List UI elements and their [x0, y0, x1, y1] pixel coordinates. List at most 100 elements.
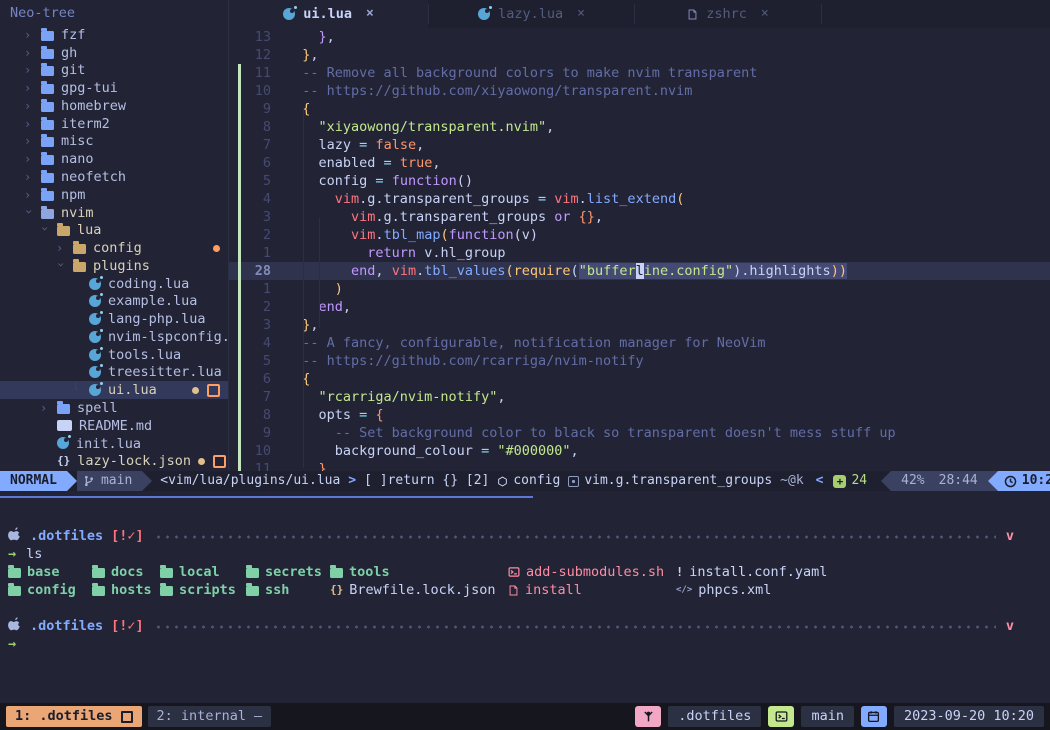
code-line[interactable]: 10 background_colour = "#000000",	[229, 442, 1050, 460]
unstaged-square-icon	[207, 384, 220, 397]
prompt-right-symbol: v	[1006, 617, 1014, 635]
code-line[interactable]: 11 -- Remove all background colors to ma…	[229, 64, 1050, 82]
code-line[interactable]: 3 vim.g.transparent_groups or {},	[229, 208, 1050, 226]
code-line-current[interactable]: 28 end, vim.tbl_values(require("bufferli…	[229, 262, 1050, 280]
editor-pane[interactable]: 13 },12 },11 -- Remove all background co…	[229, 28, 1050, 471]
tree-item-example-lua[interactable]: example.lua	[0, 292, 228, 310]
tree-item-npm[interactable]: ›npm	[0, 186, 228, 204]
tree-item-nvim[interactable]: ›nvim	[0, 204, 228, 222]
chevron-right-icon[interactable]: ›	[24, 26, 34, 44]
code-line[interactable]: 9 {	[229, 100, 1050, 118]
gitsigns-change-bar	[229, 208, 243, 226]
chevron-right-icon[interactable]: ›	[24, 133, 34, 151]
code-line[interactable]: 1 return v.hl_group	[229, 244, 1050, 262]
tree-item-plugins[interactable]: ›plugins	[0, 257, 228, 275]
tab-zshrc[interactable]: zshrc×	[635, 0, 821, 28]
tree-item-gh[interactable]: ›gh	[0, 44, 228, 62]
code-line[interactable]: 3 },	[229, 316, 1050, 334]
chevron-right-icon[interactable]: ›	[40, 399, 50, 417]
powerline-separator	[142, 471, 152, 491]
symbol-icon	[568, 476, 579, 487]
chevron-down-icon[interactable]: ›	[20, 208, 38, 218]
clock-segment: 10:20	[998, 471, 1050, 491]
code-line[interactable]: 7 lazy = false,	[229, 136, 1050, 154]
ls-entry-config: config	[8, 581, 92, 599]
code-line[interactable]: 13 },	[229, 28, 1050, 46]
chevron-down-icon[interactable]: ›	[52, 261, 70, 271]
gitsigns-change-bar	[229, 352, 243, 370]
tab-lazy-lua[interactable]: lazy.lua ×	[429, 0, 634, 28]
code-line[interactable]: 12 },	[229, 46, 1050, 64]
code-line[interactable]: 1 )	[229, 280, 1050, 298]
tree-item-iterm2[interactable]: ›iterm2	[0, 115, 228, 133]
close-icon[interactable]: ×	[577, 5, 585, 23]
code-line[interactable]: 6 enabled = true,	[229, 154, 1050, 172]
tmux-window-2-internal[interactable]: 2: internal—	[148, 706, 272, 727]
tree-item-ui-lua[interactable]: └ui.lua	[0, 381, 228, 399]
chevron-right-icon[interactable]: ›	[24, 79, 34, 97]
code-line[interactable]: 4 vim.g.transparent_groups = vim.list_ex…	[229, 190, 1050, 208]
powerline-separator	[881, 471, 891, 491]
code-line[interactable]: 2 vim.tbl_map(function(v)	[229, 226, 1050, 244]
tmux-pane-border[interactable]	[0, 496, 533, 498]
tree-item-gpg-tui[interactable]: ›gpg-tui	[0, 79, 228, 97]
code-line[interactable]: 2 end,	[229, 298, 1050, 316]
line-number: 12	[243, 46, 271, 64]
tree-item-neofetch[interactable]: ›neofetch	[0, 168, 228, 186]
folder-icon	[8, 586, 21, 596]
tree-item-lang-php-lua[interactable]: lang-php.lua	[0, 310, 228, 328]
tree-item-nano[interactable]: ›nano	[0, 150, 228, 168]
code-line[interactable]: 4 -- A fancy, configurable, notification…	[229, 334, 1050, 352]
tree-item-fzf[interactable]: ›fzf	[0, 26, 228, 44]
tree-item-lua[interactable]: ›lua	[0, 221, 228, 239]
chevron-down-icon[interactable]: ›	[36, 225, 54, 235]
chevron-right-icon[interactable]: ›	[56, 239, 66, 257]
ls-entry-install-conf-yaml: !install.conf.yaml	[676, 563, 1050, 581]
chevron-right-icon[interactable]: ›	[24, 62, 34, 80]
chevron-right-icon[interactable]: ›	[24, 44, 34, 62]
tab-ui-lua[interactable]: ui.lua×	[229, 0, 428, 28]
code-line[interactable]: 6 {	[229, 370, 1050, 388]
tree-item-treesitter-lua[interactable]: treesitter.lua	[0, 364, 228, 382]
chevron-right-icon[interactable]: ›	[24, 168, 34, 186]
close-icon[interactable]: ×	[366, 5, 374, 23]
code-line[interactable]: 7 "rcarriga/nvim-notify",	[229, 388, 1050, 406]
close-icon[interactable]: ×	[761, 5, 769, 23]
tree-item-nvim-lspconfig-[interactable]: nvim-lspconfig.	[0, 328, 228, 346]
code-line[interactable]: 10 -- https://github.com/xiyaowong/trans…	[229, 82, 1050, 100]
tree-item-tools-lua[interactable]: tools.lua	[0, 346, 228, 364]
tab-label: lazy.lua	[498, 5, 563, 23]
chevron-right-icon: >	[348, 472, 356, 490]
ls-entry-label: add-submodules.sh	[526, 563, 664, 581]
gitsigns-change-bar	[229, 244, 243, 262]
md-icon: M↓	[57, 420, 72, 431]
code-line[interactable]: 5 -- https://github.com/rcarriga/nvim-no…	[229, 352, 1050, 370]
terminal-screen: Neo-tree ›fzf›gh›git›gpg-tui›homebrew›it…	[0, 0, 1050, 730]
line-number: 13	[243, 28, 271, 46]
tree-item-coding-lua[interactable]: coding.lua	[0, 275, 228, 293]
breadcrumb-context: [ ]return {} [2]	[364, 472, 489, 490]
chevron-right-icon[interactable]: ›	[24, 150, 34, 168]
tree-item-config[interactable]: ›config	[0, 239, 228, 257]
lua-icon	[89, 313, 101, 325]
tree-item-misc[interactable]: ›misc	[0, 133, 228, 151]
code-line[interactable]: 8 "xiyaowong/transparent.nvim",	[229, 118, 1050, 136]
code-line[interactable]: 9 -- Set background color to black so tr…	[229, 424, 1050, 442]
tree-item-git[interactable]: ›git	[0, 62, 228, 80]
chevron-right-icon[interactable]: ›	[24, 115, 34, 133]
tree-item-init-lua[interactable]: init.lua	[0, 435, 228, 453]
tree-item-lazy-lock-json[interactable]: {}lazy-lock.json	[0, 452, 228, 470]
chevron-right-icon[interactable]: ›	[24, 97, 34, 115]
code-line[interactable]: 8 opts = {	[229, 406, 1050, 424]
line-number: 4	[243, 190, 271, 208]
shell-cursor-line[interactable]: →	[0, 635, 1050, 653]
text-cursor: l	[636, 263, 644, 279]
tmux-window-1-dotfiles[interactable]: 1: .dotfiles	[6, 706, 142, 727]
tree-item-spell[interactable]: ›spell	[0, 399, 228, 417]
lua-icon	[89, 295, 101, 307]
tree-item-homebrew[interactable]: ›homebrew	[0, 97, 228, 115]
code-line[interactable]: 5 config = function()	[229, 172, 1050, 190]
tree-item-readme-md[interactable]: M↓README.md	[0, 417, 228, 435]
shell-command-line[interactable]: → ls	[0, 545, 1050, 563]
chevron-right-icon[interactable]: ›	[24, 186, 34, 204]
